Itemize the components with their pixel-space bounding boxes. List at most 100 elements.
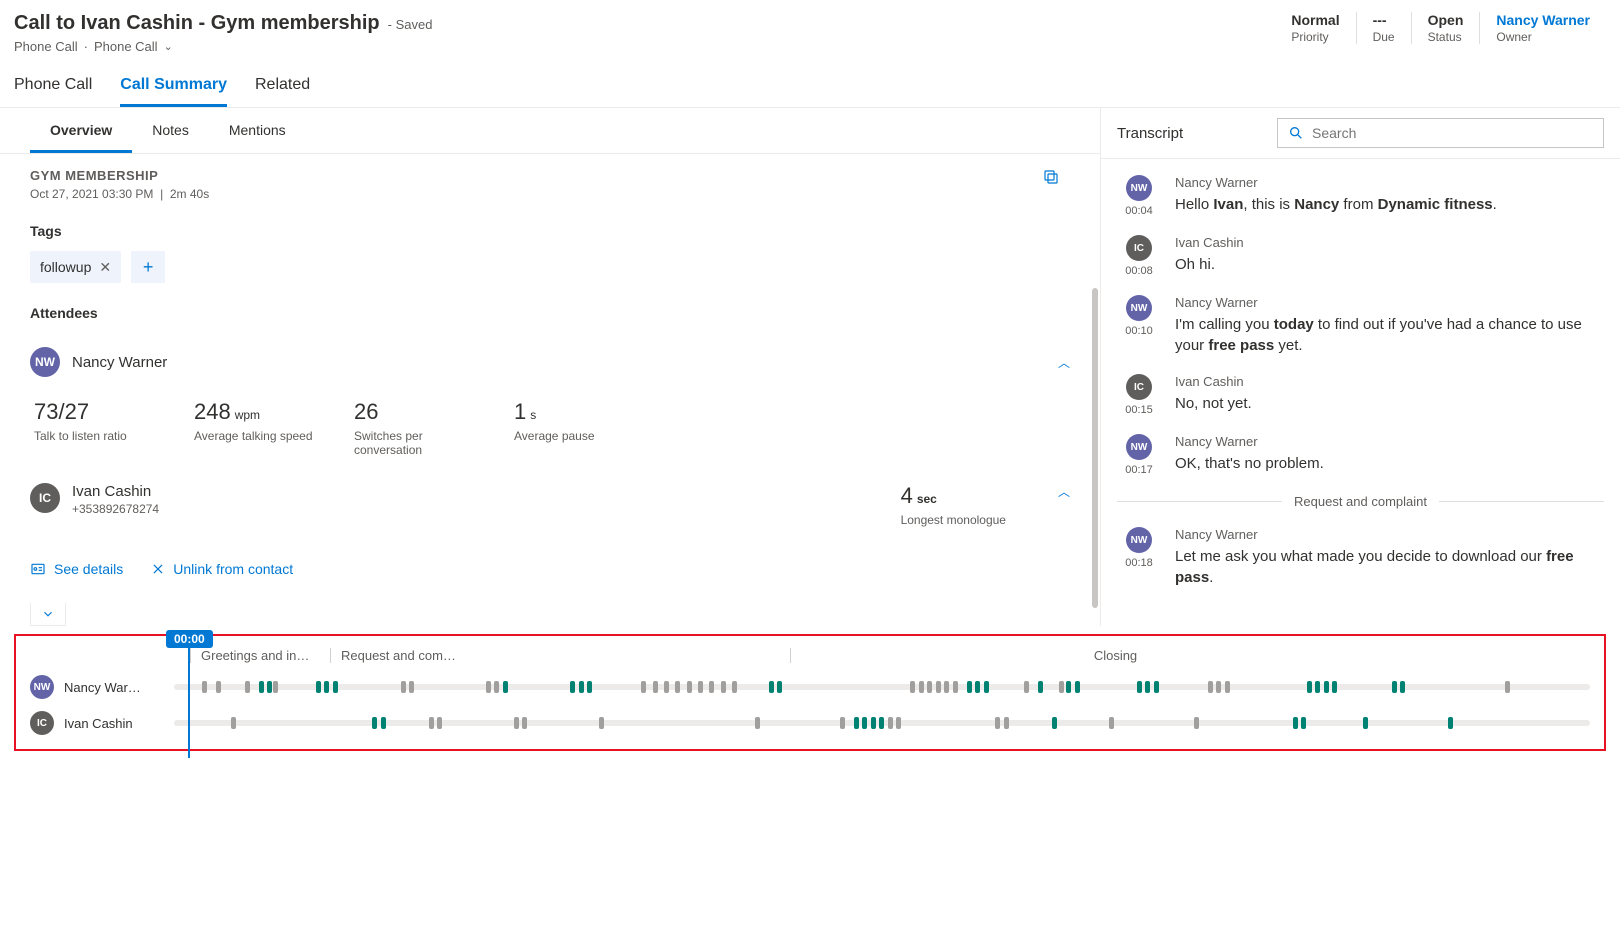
timeline-tick xyxy=(216,681,221,693)
search-field[interactable] xyxy=(1312,125,1593,141)
timeline-tick xyxy=(273,681,278,693)
speaker-name: Nancy Warner xyxy=(1175,295,1604,310)
tab-call-summary[interactable]: Call Summary xyxy=(120,76,227,107)
timeline-tick xyxy=(944,681,949,693)
timestamp: 00:15 xyxy=(1125,404,1153,416)
tab-related[interactable]: Related xyxy=(255,76,310,107)
main-tabs: Phone Call Call Summary Related xyxy=(0,58,1620,108)
stat-value: 73/27 xyxy=(34,399,154,425)
timestamp: 00:17 xyxy=(1125,464,1153,476)
timeline-tick xyxy=(888,717,893,729)
record-meta: NormalPriority---DueOpenStatusNancy Warn… xyxy=(1275,12,1606,44)
page-title: Call to Ivan Cashin - Gym membership xyxy=(14,12,380,35)
meta-label: Status xyxy=(1428,30,1464,44)
timeline-tick xyxy=(1301,717,1306,729)
meta-value[interactable]: Nancy Warner xyxy=(1496,12,1590,28)
transcript-turn[interactable]: IC00:15Ivan CashinNo, not yet. xyxy=(1117,374,1604,416)
timeline-tick xyxy=(1216,681,1221,693)
timeline-track[interactable] xyxy=(174,684,1590,690)
sub-tabs: OverviewNotesMentions xyxy=(0,108,1100,154)
timeline-tick xyxy=(732,681,737,693)
subtitle-entity: Phone Call xyxy=(14,39,78,54)
stat-value: 248wpm xyxy=(194,399,314,425)
copy-icon[interactable] xyxy=(1042,168,1060,186)
timestamp: 00:10 xyxy=(1125,325,1153,337)
transcript-turn[interactable]: NW00:18Nancy WarnerLet me ask you what m… xyxy=(1117,527,1604,588)
transcript-turn[interactable]: NW00:10Nancy WarnerI'm calling you today… xyxy=(1117,295,1604,356)
add-tag-button[interactable]: + xyxy=(131,251,165,283)
timeline-segment: Closing xyxy=(790,648,1430,663)
timeline-tick xyxy=(1505,681,1510,693)
timeline-tick xyxy=(514,717,519,729)
timeline-tick xyxy=(1194,717,1199,729)
chevron-down-icon[interactable]: ⌄ xyxy=(164,40,173,53)
transcript-turn[interactable]: NW00:04Nancy WarnerHello Ivan, this is N… xyxy=(1117,175,1604,217)
speaker-name: Nancy Warner xyxy=(1175,434,1604,449)
avatar: NW xyxy=(1126,175,1152,201)
timeline-tick xyxy=(854,717,859,729)
playhead-marker[interactable]: 00:00 xyxy=(166,630,213,758)
subtab-notes[interactable]: Notes xyxy=(132,108,209,153)
timeline-tick xyxy=(522,717,527,729)
timeline-tick xyxy=(975,681,980,693)
timeline-speaker: Ivan Cashin xyxy=(64,716,164,731)
attendee-phone: +353892678274 xyxy=(72,502,889,516)
playhead-time: 00:00 xyxy=(166,630,213,648)
avatar: IC xyxy=(30,711,54,735)
timeline-tick xyxy=(995,717,1000,729)
timeline-tick xyxy=(687,681,692,693)
timeline-tick xyxy=(409,681,414,693)
timestamp: 00:04 xyxy=(1125,205,1153,217)
tags-heading: Tags xyxy=(30,223,1070,239)
timeline-tick xyxy=(967,681,972,693)
collapse-toggle[interactable] xyxy=(30,603,66,626)
timeline-tick xyxy=(1208,681,1213,693)
unlink-contact-link[interactable]: Unlink from contact xyxy=(151,561,293,577)
timeline-tick xyxy=(698,681,703,693)
timeline-tick xyxy=(984,681,989,693)
chevron-up-icon[interactable]: ︿ xyxy=(1058,483,1070,500)
avatar: NW xyxy=(1126,295,1152,321)
avatar: NW xyxy=(1126,434,1152,460)
transcript-turn[interactable]: NW00:17Nancy WarnerOK, that's no problem… xyxy=(1117,434,1604,476)
timeline-tick xyxy=(267,681,272,693)
close-icon[interactable]: ✕ xyxy=(99,259,111,276)
speaker-name: Nancy Warner xyxy=(1175,527,1604,542)
timeline-tick xyxy=(1059,681,1064,693)
timeline-tick xyxy=(1052,717,1057,729)
overview-meta: Oct 27, 2021 03:30 PM | 2m 40s xyxy=(30,187,1070,201)
attendee-name: Nancy Warner xyxy=(72,354,1046,371)
timeline-tick xyxy=(1154,681,1159,693)
transcript-turn[interactable]: IC00:08Ivan CashinOh hi. xyxy=(1117,235,1604,277)
meta-value: Normal xyxy=(1291,12,1339,28)
overview-title: GYM MEMBERSHIP xyxy=(30,168,1070,183)
timeline-tick xyxy=(1024,681,1029,693)
see-details-link[interactable]: See details xyxy=(30,561,123,577)
timeline-tick xyxy=(1363,717,1368,729)
timeline-tick xyxy=(231,717,236,729)
turn-text: Hello Ivan, this is Nancy from Dynamic f… xyxy=(1175,194,1604,215)
transcript-heading: Transcript xyxy=(1117,125,1257,142)
search-input[interactable] xyxy=(1277,118,1604,148)
speaker-name: Ivan Cashin xyxy=(1175,235,1604,250)
tab-phone-call[interactable]: Phone Call xyxy=(14,76,92,107)
timeline-tick xyxy=(324,681,329,693)
subtab-mentions[interactable]: Mentions xyxy=(209,108,306,153)
timeline-segment: Request and com… xyxy=(330,648,790,663)
timeline-tick xyxy=(862,717,867,729)
subtitle-type[interactable]: Phone Call xyxy=(94,39,158,54)
timeline-track[interactable] xyxy=(174,720,1590,726)
stat-value: 1s xyxy=(514,399,634,425)
timeline-tick xyxy=(503,681,508,693)
meta-value: --- xyxy=(1373,12,1395,28)
timeline-tick xyxy=(953,681,958,693)
timeline-tick xyxy=(245,681,250,693)
timeline-tick xyxy=(587,681,592,693)
meta-label: Priority xyxy=(1291,30,1339,44)
chevron-up-icon[interactable]: ︿ xyxy=(1058,354,1070,371)
timeline-tick xyxy=(910,681,915,693)
stat-label: Switches per conversation xyxy=(354,429,474,457)
subtab-overview[interactable]: Overview xyxy=(30,108,132,153)
tag-label: followup xyxy=(40,259,91,275)
timeline-speaker: Nancy War… xyxy=(64,680,164,695)
